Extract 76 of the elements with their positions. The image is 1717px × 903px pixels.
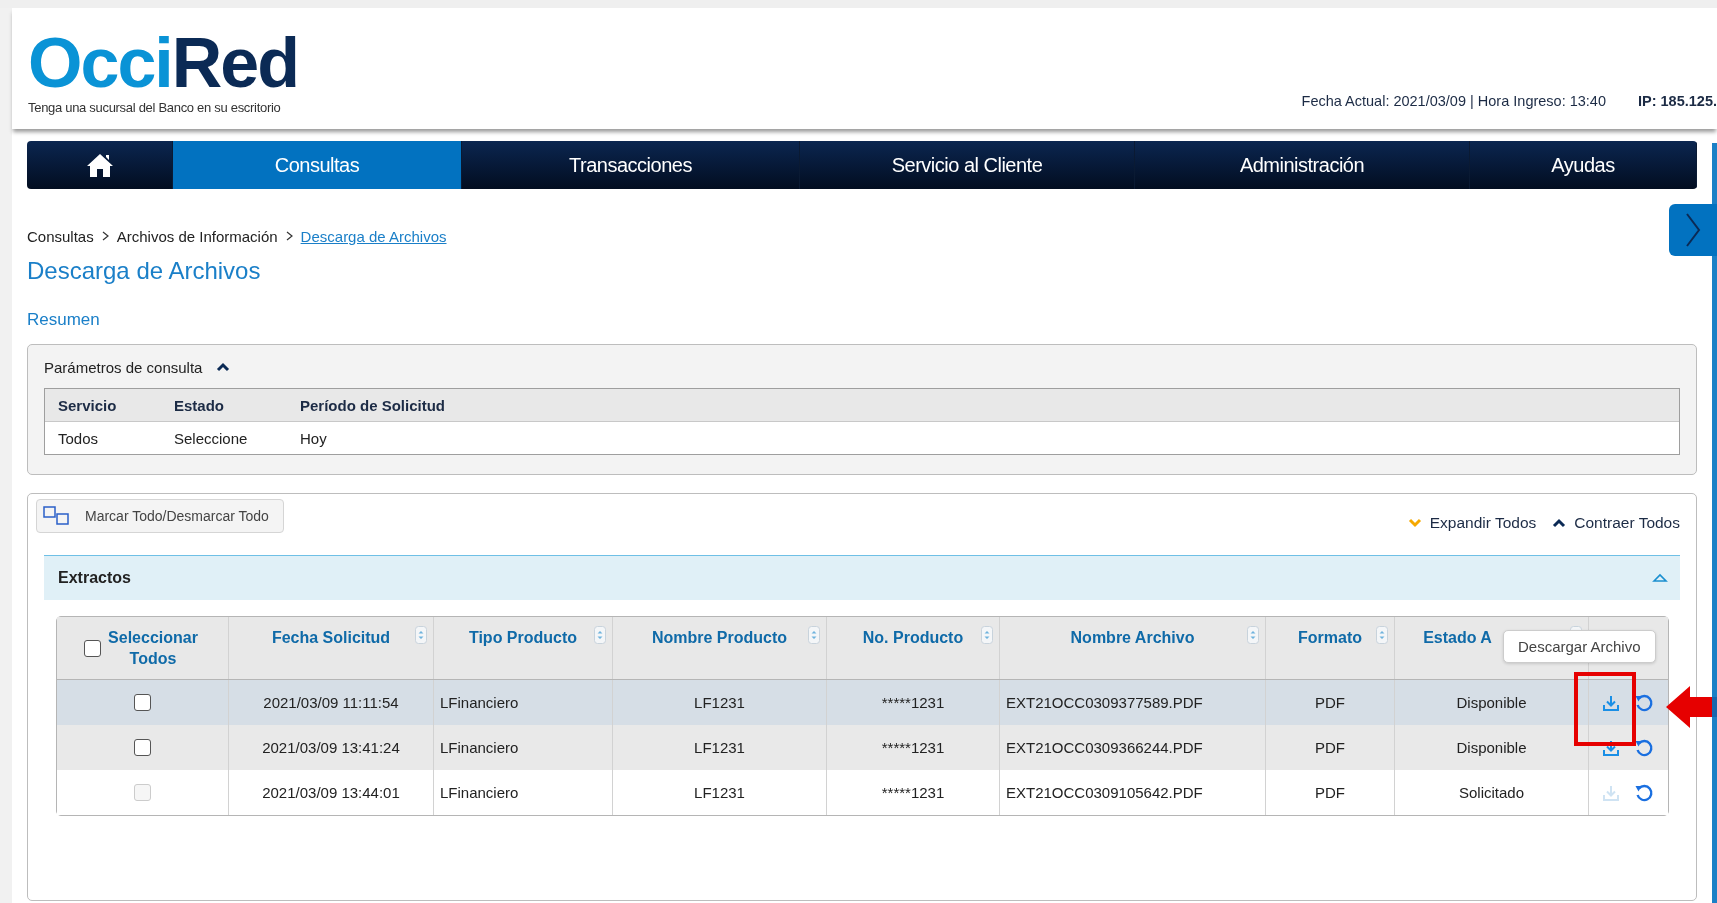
column-header[interactable]: Formato xyxy=(1298,629,1362,647)
expand-all-link[interactable]: Expandir Todos xyxy=(1429,514,1537,532)
checkboxes-icon xyxy=(43,506,71,526)
ip-address: IP: 185.125. xyxy=(1638,93,1717,109)
table-cell: EXT21OCC0309366244.PDF xyxy=(1006,739,1203,756)
column-header[interactable]: Estado A xyxy=(1423,629,1492,647)
table-cell: LFinanciero xyxy=(440,739,519,756)
nav-tab[interactable]: Ayudas xyxy=(1470,141,1697,189)
column-header[interactable]: No. Producto xyxy=(862,629,964,647)
table-row[interactable]: 2021/03/09 11:11:54 LFinanciero LF1231 *****1231 EXT21OCC0309377589.PDF PDF Disponible xyxy=(57,680,1668,725)
session-info: Fecha Actual: 2021/03/09 | Hora Ingreso: 13:40 xyxy=(1301,93,1606,109)
table-cell: *****1231 xyxy=(881,739,945,756)
chevron-up-icon xyxy=(1552,518,1567,528)
group-header[interactable]: Extractos xyxy=(44,555,1680,600)
parameters-title[interactable]: Parámetros de consulta xyxy=(44,358,203,376)
column-header: Período de Solicitud xyxy=(300,396,445,414)
mark-all-button[interactable]: Marcar Todo/Desmarcar Todo xyxy=(36,499,284,533)
refresh-icon[interactable] xyxy=(1634,737,1654,758)
breadcrumb-link[interactable]: Consultas xyxy=(27,227,94,245)
table-cell: Hoy xyxy=(300,429,327,447)
caret-icon[interactable] xyxy=(216,362,231,372)
page-title: Descarga de Archivos xyxy=(27,256,262,286)
table-row[interactable]: 2021/03/09 13:41:24 LFinanciero LF1231 *****1231 EXT21OCC0309366244.PDF PDF Disponible xyxy=(57,725,1668,770)
table-cell: Disponible xyxy=(1456,739,1527,756)
table-cell: EXT21OCC0309105642.PDF xyxy=(1006,784,1203,801)
table-cell: *****1231 xyxy=(881,694,945,711)
download-icon[interactable] xyxy=(1602,738,1620,757)
table-cell-text: Todos xyxy=(58,429,100,447)
checkbox[interactable] xyxy=(84,639,101,657)
table-cell: PDF xyxy=(1315,694,1345,711)
checkbox[interactable] xyxy=(134,694,151,711)
chevron-icon xyxy=(101,231,109,241)
table-row[interactable]: 2021/03/09 13:44:01 LFinanciero LF1231 *****1231 EXT21OCC0309105642.PDF PDF Solicitado xyxy=(57,770,1668,815)
table-cell: LF1231 xyxy=(694,694,745,711)
chevron-icon xyxy=(285,231,293,241)
table-cell: Disponible xyxy=(1456,694,1527,711)
column-header[interactable]: Tipo Producto xyxy=(468,629,578,647)
table-cell: Solicitado xyxy=(1458,784,1524,801)
column-header[interactable]: Nombre Archivo xyxy=(1070,629,1195,647)
nav-tab[interactable]: Administración xyxy=(1135,141,1470,189)
nav-tab[interactable]: Servicio al Cliente xyxy=(800,141,1135,189)
table-cell: PDF xyxy=(1315,784,1345,801)
collapse-all-link[interactable]: Contraer Todos xyxy=(1574,514,1680,532)
refresh-icon[interactable] xyxy=(1634,782,1654,803)
table-cell: 2021/03/09 13:44:01 xyxy=(262,784,400,801)
chevron-right-icon xyxy=(1684,212,1702,248)
logo-tagline: Tenga una sucursal del Banco en su escritorio xyxy=(28,100,282,115)
breadcrumb-link[interactable]: Descarga de Archivos xyxy=(300,227,447,245)
table-cell: LF1231 xyxy=(694,784,745,801)
table-cell: LF1231 xyxy=(694,739,745,756)
collapse-icon[interactable] xyxy=(1652,573,1668,583)
chevron-down-icon xyxy=(1407,518,1422,528)
table-cell: LFinanciero xyxy=(440,694,519,711)
checkbox[interactable] xyxy=(134,739,151,756)
summary-link[interactable]: Resumen xyxy=(27,310,100,332)
table-cell: EXT21OCC0309377589.PDF xyxy=(1006,694,1203,711)
column-header: Estado xyxy=(174,396,225,414)
table-cell: PDF xyxy=(1315,739,1345,756)
group-title: Extractos xyxy=(58,569,131,587)
breadcrumb-link[interactable]: Archivos de Información xyxy=(116,227,278,245)
table-cell: *****1231 xyxy=(881,784,945,801)
column-header[interactable]: Seleccionar Todos xyxy=(105,627,201,669)
table-cell-text: Seleccione xyxy=(174,429,249,447)
table-cell: 2021/03/09 13:41:24 xyxy=(262,739,400,756)
column-header: Servicio xyxy=(58,396,118,414)
tooltip: Descargar Archivo xyxy=(1503,630,1656,663)
table-cell: 2021/03/09 11:11:54 xyxy=(263,694,399,711)
column-header[interactable]: Nombre Producto xyxy=(651,629,788,647)
home-icon xyxy=(85,152,114,178)
column-header[interactable]: Fecha Solicitud xyxy=(271,629,391,647)
nav-tab[interactable]: Consultas xyxy=(173,141,462,189)
table-cell: LFinanciero xyxy=(440,784,519,801)
nav-tab[interactable]: Transacciones xyxy=(462,141,800,189)
refresh-icon[interactable] xyxy=(1634,692,1654,713)
download-icon[interactable] xyxy=(1602,693,1620,712)
logo[interactable]: OcciRed xyxy=(28,32,298,94)
